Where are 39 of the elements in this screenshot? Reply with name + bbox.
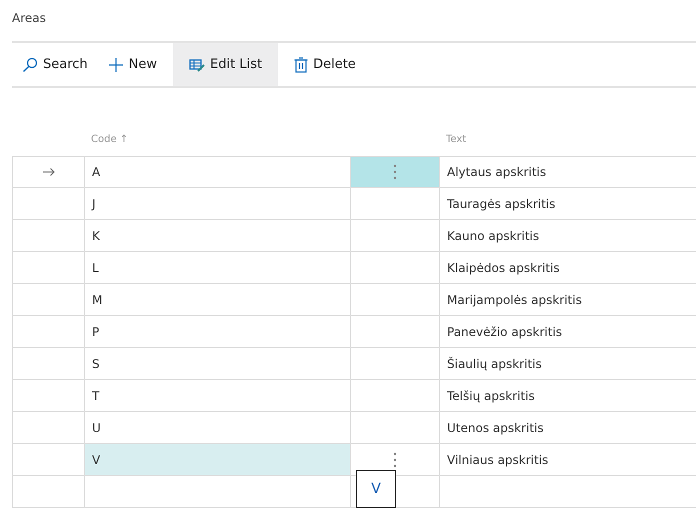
table-cell: P — [84, 316, 350, 348]
table-cell — [12, 220, 84, 252]
table-cell: Vilniaus apskritis — [439, 444, 696, 476]
edit-button[interactable]: Edit List — [173, 43, 278, 86]
table-cell: Panevėžio apskritis — [439, 316, 696, 348]
table-cell — [12, 380, 84, 412]
trash-icon — [294, 56, 308, 72]
table-cell: Telšių apskritis — [439, 380, 696, 412]
table-cell: Kauno apskritis — [439, 220, 696, 252]
table-cell: S — [84, 348, 350, 380]
edit-table-icon — [189, 56, 206, 72]
arrow-icon — [42, 168, 54, 176]
table-cell: Klaipėdos apskritis — [439, 252, 696, 284]
delete-button[interactable]: Delete — [284, 43, 366, 86]
new-button[interactable]: New — [98, 43, 168, 86]
plus-icon — [108, 56, 124, 72]
table-cell: Utenos apskritis — [439, 412, 696, 444]
more-options-icon[interactable] — [393, 452, 397, 468]
table-cell: M — [84, 284, 350, 316]
table-cell — [12, 284, 84, 316]
more-options-icon[interactable] — [393, 164, 397, 180]
page-title: Areas — [12, 10, 47, 27]
table-cell: Marijampolės apskritis — [439, 284, 696, 316]
table-cell — [12, 412, 84, 444]
table-cell: A — [84, 156, 350, 188]
table-cell: T — [84, 380, 350, 412]
table-cell — [12, 316, 84, 348]
search-button[interactable]: Search — [12, 43, 98, 86]
table-cell: K — [84, 220, 350, 252]
table-cell: Tauragės apskritis — [439, 188, 696, 220]
table-cell — [12, 252, 84, 284]
tooltip: V — [356, 470, 396, 508]
table-cell: L — [84, 252, 350, 284]
table-cell: J — [84, 188, 350, 220]
table-cell: V — [84, 444, 350, 476]
table-cell: Alytaus apskritis — [439, 156, 696, 188]
table-cell — [12, 348, 84, 380]
search-icon — [22, 56, 38, 72]
table-cell: Šiaulių apskritis — [439, 348, 696, 380]
